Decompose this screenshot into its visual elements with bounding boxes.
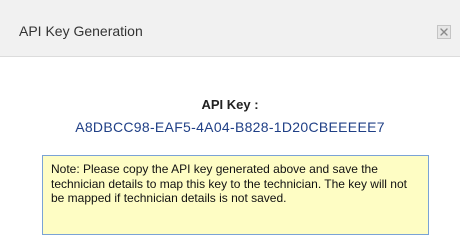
close-button[interactable] bbox=[437, 25, 451, 39]
dialog-title: API Key Generation bbox=[19, 23, 143, 39]
api-key-value: A8DBCC98-EAF5-4A04-B828-1D20CBEEEEE7 bbox=[75, 119, 385, 135]
note-text: Note: Please copy the API key generated … bbox=[51, 162, 407, 205]
dialog-titlebar: API Key Generation bbox=[0, 0, 460, 57]
api-key-label: API Key : bbox=[201, 97, 259, 112]
api-key-generation-dialog: API Key Generation API Key : A8DBCC98-EA… bbox=[0, 0, 460, 245]
close-icon bbox=[440, 28, 448, 36]
note-box: Note: Please copy the API key generated … bbox=[42, 155, 429, 235]
